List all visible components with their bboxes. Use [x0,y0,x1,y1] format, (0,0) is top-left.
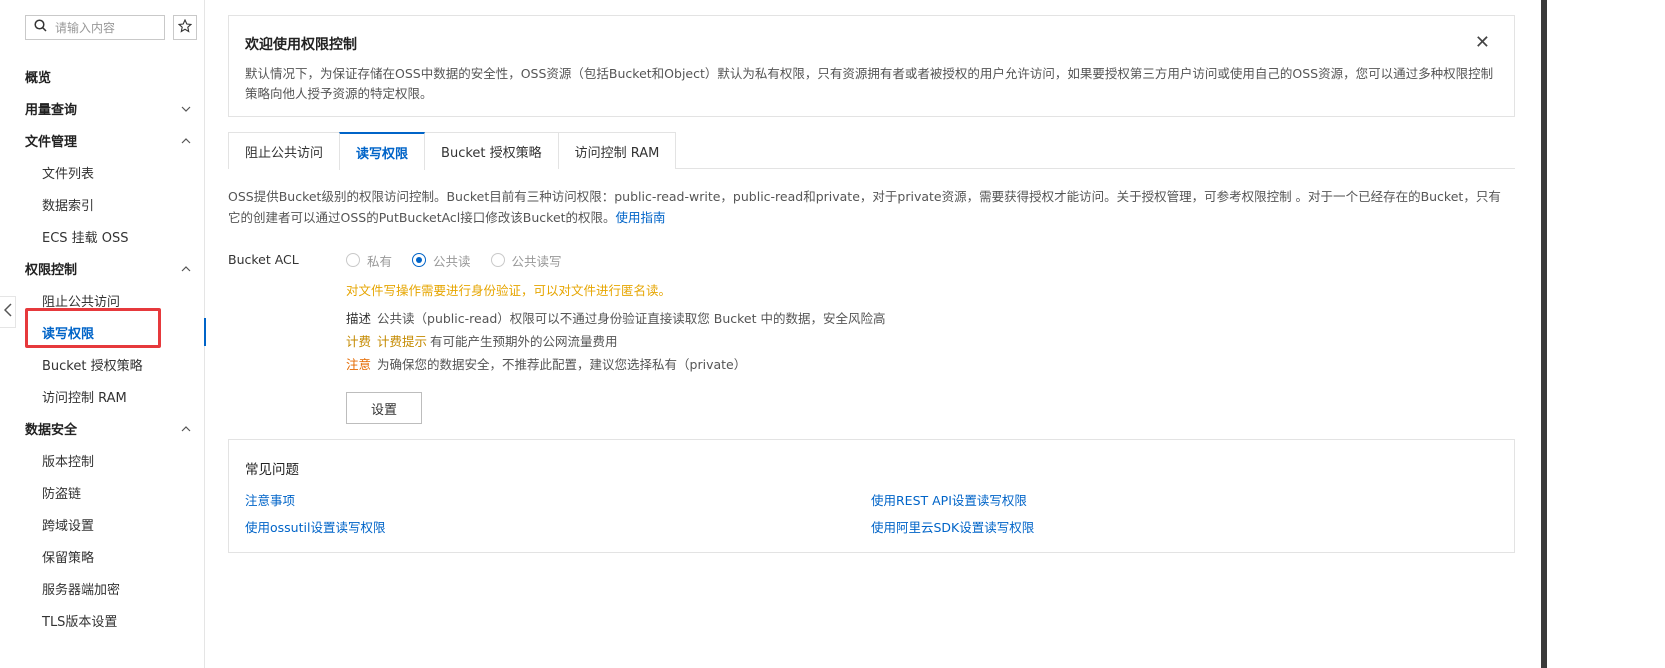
note-text: 为确保您的数据安全，不推荐此配置，建议您选择私有（private） [377,357,747,372]
radio-dot [490,253,505,267]
nav-group-label: 数据安全 [25,422,78,438]
user-guide-link[interactable]: 使用指南 [616,210,666,225]
sidebar-item-file-list[interactable]: 文件列表 [0,156,205,188]
tab-read-write-permission[interactable]: 读写权限 [339,132,426,170]
main-content: 欢迎使用权限控制 默认情况下，为保证存储在OSS中数据的安全性，OSS资源（包括… [228,15,1515,553]
chevron-left-icon [3,303,12,321]
fee-key: 计费 [346,334,372,349]
radio-public-read-write[interactable]: 公共读写 [490,251,562,270]
sidebar-item-block-public-access[interactable]: 阻止公共访问 [0,284,205,316]
nav-group-label: 概览 [25,70,52,86]
sidebar-item-label: 访问控制 RAM [42,390,127,406]
chevron-up-icon [181,421,191,436]
nav-group-label: 权限控制 [25,262,78,278]
sidebar-item-data-index[interactable]: 数据索引 [0,188,205,220]
acl-warning: 对文件写操作需要进行身份验证，可以对文件进行匿名读。 [346,283,672,298]
nav-group-permission-control[interactable]: 权限控制 [0,252,205,284]
sidebar-collapse-button[interactable] [0,296,16,328]
sidebar-item-label: Bucket 授权策略 [42,358,143,374]
sidebar-item-label: TLS版本设置 [42,614,118,630]
radio-label: 公共读写 [511,253,562,269]
sidebar-item-label: 服务器端加密 [42,582,121,598]
bucket-acl-body: 私有 公共读 公共读写 对文件写操作需要进行身份验证，可以对文件进行匿名读。 描… [346,250,1515,424]
set-acl-button[interactable]: 设置 [346,392,422,424]
star-icon [177,18,193,37]
faq-link-sdk[interactable]: 使用阿里云SDK设置读写权限 [871,517,1034,536]
acl-fee-line: 计费 计费提示 有可能产生预期外的公网流量费用 [346,334,1515,349]
sidebar-item-hotlink-protection[interactable]: 防盗链 [0,476,205,508]
sidebar-item-bucket-policy[interactable]: Bucket 授权策略 [0,348,205,380]
banner-title: 欢迎使用权限控制 [245,37,357,53]
desc-key: 描述 [346,311,372,326]
nav-group-label: 用量查询 [25,102,78,118]
tab-block-public-access[interactable]: 阻止公共访问 [228,132,341,169]
sidebar-item-label: 读写权限 [42,326,95,342]
sidebar-item-retention-policy[interactable]: 保留策略 [0,540,205,572]
fee-text: 有可能产生预期外的公网流量费用 [430,334,618,349]
acl-description: OSS提供Bucket级别的权限访问控制。Bucket目前有三种访问权限：pub… [228,186,1508,228]
nav-group-file-management[interactable]: 文件管理 [0,124,205,156]
note-key: 注意 [346,357,372,372]
permission-tabs: 阻止公共访问 读写权限 Bucket 授权策略 访问控制 RAM [228,132,1515,170]
radio-private[interactable]: 私有 [346,251,392,270]
faq-link-rest-api[interactable]: 使用REST API设置读写权限 [871,490,1027,509]
sidebar: 概览 用量查询 文件管理 文件列表 数据索引 ECS 挂载 OSS 权限控制 阻… [0,0,206,668]
sidebar-item-cors[interactable]: 跨域设置 [0,508,205,540]
sidebar-nav: 概览 用量查询 文件管理 文件列表 数据索引 ECS 挂载 OSS 权限控制 阻… [0,60,206,636]
acl-desc-line: 描述 公共读（public-read）权限可以不通过身份验证直接读取您 Bucke… [346,311,1515,326]
radio-label: 公共读 [433,253,471,269]
tab-bucket-policy[interactable]: Bucket 授权策略 [424,132,559,169]
acl-description-text: OSS提供Bucket级别的权限访问控制。Bucket目前有三种访问权限：pub… [228,189,1501,225]
radio-label: 私有 [367,253,393,269]
sidebar-item-label: 防盗链 [42,486,82,502]
faq-title: 常见问题 [245,462,299,478]
sidebar-item-label: 版本控制 [42,454,95,470]
right-side-panel [1547,0,1665,668]
chevron-down-icon [181,101,191,116]
radio-dot [346,253,360,267]
faq-link-ossutil[interactable]: 使用ossutil设置读写权限 [245,517,385,536]
acl-radio-group: 私有 公共读 公共读写 [346,250,1515,270]
sidebar-item-ram[interactable]: 访问控制 RAM [0,380,205,412]
sidebar-item-server-encryption[interactable]: 服务器端加密 [0,572,205,604]
sidebar-item-label: ECS 挂载 OSS [42,230,129,246]
welcome-banner: 欢迎使用权限控制 默认情况下，为保证存储在OSS中数据的安全性，OSS资源（包括… [228,15,1515,117]
nav-group-data-security[interactable]: 数据安全 [0,412,205,444]
desc-text: 公共读（public-read）权限可以不通过身份验证直接读取您 Bucket … [377,311,886,326]
close-icon[interactable]: ✕ [1475,32,1490,53]
sidebar-item-label: 保留策略 [42,550,95,566]
sidebar-item-versioning[interactable]: 版本控制 [0,444,205,476]
fee-tip: 计费提示 [377,334,428,349]
bucket-acl-row: Bucket ACL 私有 公共读 公共读写 对文件写操作需要进行身份验证，可以… [228,250,1515,424]
radio-public-read[interactable]: 公共读 [412,251,471,270]
sidebar-item-label: 跨域设置 [42,518,95,534]
nav-group-usage[interactable]: 用量查询 [0,92,205,124]
radio-dot [412,253,427,267]
chevron-up-icon [181,133,191,148]
chevron-up-icon [181,261,191,276]
banner-text: 默认情况下，为保证存储在OSS中数据的安全性，OSS资源（包括Bucket和Ob… [245,66,1494,101]
sidebar-item-label: 文件列表 [42,166,95,182]
sidebar-search-input[interactable] [55,20,155,35]
nav-group-label: 文件管理 [25,134,78,150]
search-icon [34,19,47,36]
tab-ram[interactable]: 访问控制 RAM [557,132,677,169]
sidebar-item-read-write-permission[interactable]: 读写权限 [0,316,206,348]
bucket-acl-label: Bucket ACL [228,252,299,267]
sidebar-item-tls-version[interactable]: TLS版本设置 [0,604,205,636]
sidebar-item-ecs-mount[interactable]: ECS 挂载 OSS [0,220,205,252]
nav-group-overview[interactable]: 概览 [0,60,205,92]
sidebar-search-box[interactable] [25,15,165,40]
acl-note-line: 注意 为确保您的数据安全，不推荐此配置，建议您选择私有（private） [346,357,1515,372]
faq-link-notes[interactable]: 注意事项 [245,490,295,509]
faq-panel: 常见问题 注意事项 使用REST API设置读写权限 使用ossutil设置读写… [228,439,1515,553]
sidebar-search-row [25,15,197,40]
sidebar-item-label: 阻止公共访问 [42,294,121,310]
favorite-star-button[interactable] [173,15,197,40]
sidebar-item-label: 数据索引 [42,198,95,214]
